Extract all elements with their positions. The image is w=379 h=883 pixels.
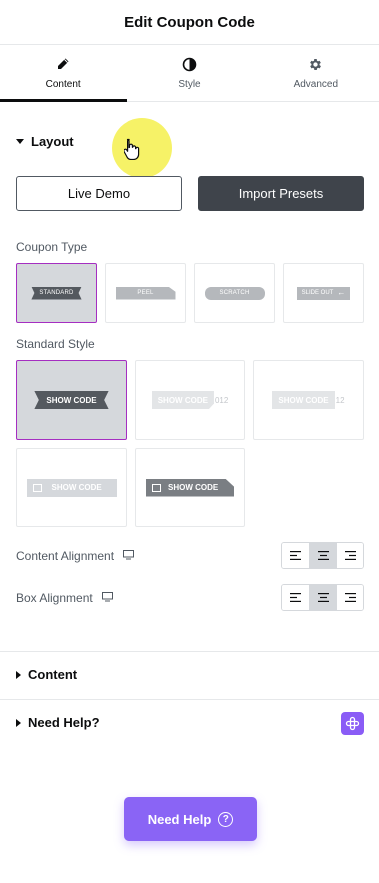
caret-down-icon — [16, 139, 24, 144]
caret-right-icon — [16, 670, 21, 679]
align-right-button[interactable] — [336, 585, 363, 610]
contrast-icon — [181, 56, 197, 72]
layout-actions: Live Demo Import Presets — [16, 176, 364, 211]
standard-style-label: Standard Style — [16, 337, 95, 351]
tab-style[interactable]: Style — [126, 45, 252, 101]
slide-out-label: SLIDE OUT — [301, 290, 334, 296]
section-title: Need Help? — [28, 715, 100, 730]
section-layout-toggle[interactable]: Layout — [0, 134, 74, 149]
content-alignment-label: Content Alignment — [16, 548, 115, 563]
box-alignment-label: Box Alignment — [16, 590, 93, 605]
peel-preview: PEEL — [115, 286, 176, 300]
content-alignment-label-wrap: Content Alignment — [16, 548, 135, 563]
arrow-left-icon: ← — [337, 288, 346, 297]
standard-style-option-4[interactable]: SHOW CODE — [16, 448, 127, 527]
coupon-type-label: Coupon Type — [16, 240, 88, 254]
section-title: Layout — [31, 134, 74, 149]
box-alignment-label-wrap: Box Alignment — [16, 591, 113, 605]
ticket-icon — [32, 483, 42, 492]
gear-icon — [308, 56, 324, 72]
live-demo-button[interactable]: Live Demo — [16, 176, 182, 211]
standard-style-option-5[interactable]: SHOW CODE — [135, 448, 245, 527]
section-title: Content — [28, 667, 78, 682]
code-suffix: 12 — [335, 395, 345, 405]
align-right-icon — [344, 593, 356, 602]
hand-pointer-icon — [123, 138, 142, 165]
coupon-type-standard[interactable]: STANDARD — [16, 263, 97, 323]
tab-label: Content — [45, 79, 81, 90]
section-need-help-toggle[interactable]: Need Help? — [0, 715, 100, 730]
tab-content[interactable]: Content — [0, 45, 126, 101]
show-code-label: SHOW CODE — [272, 391, 335, 409]
standard-style-option-3[interactable]: SHOW CODE 12 — [253, 360, 364, 440]
tab-advanced[interactable]: Advanced — [253, 45, 379, 101]
slide-out-preview: SLIDE OUT ← — [296, 286, 351, 300]
scratch-preview: SCRATCH — [204, 286, 265, 300]
ticket-icon — [152, 483, 161, 492]
standard-style-option-1[interactable]: SHOW CODE — [16, 360, 127, 440]
page-title: Edit Coupon Code — [124, 13, 255, 31]
align-center-button[interactable] — [309, 543, 336, 568]
show-code-label: SHOW CODE — [168, 483, 219, 492]
section-divider — [0, 651, 379, 652]
content-alignment-buttons — [281, 542, 364, 569]
coupon-type-slide-out[interactable]: SLIDE OUT ← — [283, 263, 364, 323]
section-divider — [0, 699, 379, 700]
desktop-icon[interactable] — [101, 591, 113, 605]
content-alignment-control: Content Alignment — [16, 542, 364, 569]
panel-tabs: Content Style Advanced — [0, 45, 379, 102]
show-code-preview: SHOW CODE — [26, 478, 117, 497]
need-help-button[interactable]: Need Help ? — [124, 797, 257, 841]
active-tab-indicator — [0, 99, 127, 102]
cursor-highlight — [112, 118, 172, 178]
plugin-logo-icon[interactable] — [341, 712, 364, 735]
align-left-icon — [290, 593, 301, 602]
box-alignment-buttons — [281, 584, 364, 611]
show-code-label: SHOW CODE — [51, 483, 102, 492]
align-right-button[interactable] — [336, 543, 363, 568]
question-circle-icon: ? — [218, 811, 234, 827]
show-code-label: SHOW CODE — [151, 391, 214, 409]
align-right-icon — [344, 551, 356, 560]
show-code-preview: SHOW CODE — [34, 391, 109, 409]
align-center-icon — [317, 551, 329, 560]
align-center-icon — [317, 593, 329, 602]
show-code-preview: SHOW CODE 12 — [272, 391, 345, 409]
need-help-label: Need Help — [147, 811, 212, 827]
align-left-button[interactable] — [282, 585, 309, 610]
coupon-type-options: STANDARD PEEL SCRATCH SLIDE OUT ← — [16, 263, 364, 323]
standard-preview: STANDARD — [31, 286, 82, 300]
panel-header: Edit Coupon Code — [0, 0, 379, 45]
coupon-type-scratch[interactable]: SCRATCH — [194, 263, 275, 323]
coupon-type-peel[interactable]: PEEL — [105, 263, 186, 323]
code-suffix: 012 — [214, 395, 229, 405]
align-left-button[interactable] — [282, 543, 309, 568]
desktop-icon[interactable] — [123, 549, 135, 563]
section-content-toggle[interactable]: Content — [0, 667, 77, 682]
align-left-icon — [290, 551, 301, 560]
caret-right-icon — [16, 718, 21, 727]
show-code-preview: SHOW CODE — [146, 478, 234, 497]
align-center-button[interactable] — [309, 585, 336, 610]
tab-label: Style — [178, 79, 201, 90]
standard-style-option-2[interactable]: SHOW CODE 012 — [135, 360, 245, 440]
tab-label: Advanced — [293, 79, 339, 90]
show-code-preview: SHOW CODE 012 — [151, 391, 229, 409]
pencil-icon — [55, 56, 71, 72]
import-presets-button[interactable]: Import Presets — [198, 176, 364, 211]
box-alignment-control: Box Alignment — [16, 584, 364, 611]
